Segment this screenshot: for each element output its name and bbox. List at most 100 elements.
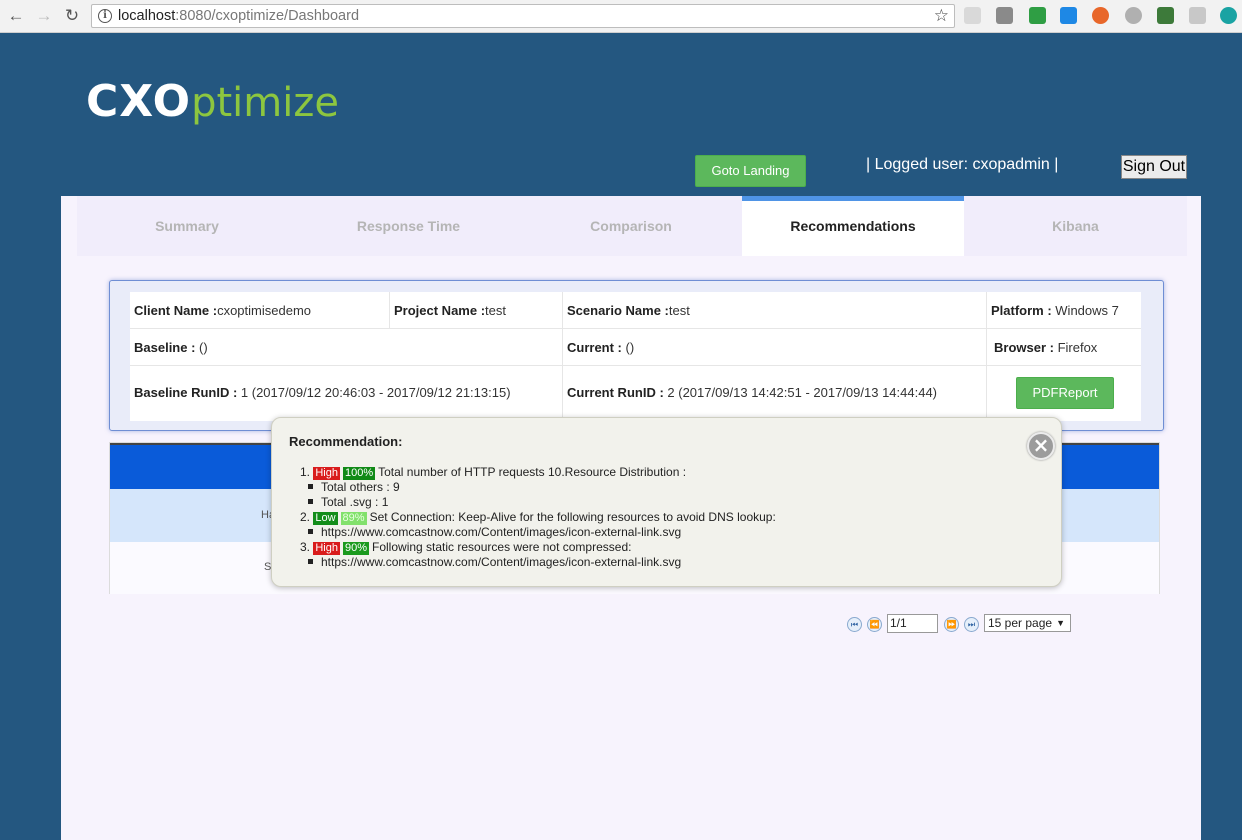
- current-run-cell: Current RunID : 2 (2017/09/13 14:42:51 -…: [567, 385, 937, 400]
- tab-response-time[interactable]: Response Time: [297, 196, 520, 256]
- scenario-name-value: test: [668, 303, 690, 318]
- recommendation-subitem: https://www.comcastnow.com/Content/image…: [308, 555, 681, 570]
- item-number: 1.: [300, 465, 311, 479]
- extension-icon[interactable]: [996, 7, 1013, 24]
- subitem-text: Total .svg : 1: [321, 495, 389, 509]
- recommendation-subitem: Total others : 9: [308, 480, 400, 495]
- item-number: 2.: [300, 510, 311, 524]
- scenario-name-cell: Scenario Name :test: [567, 303, 690, 318]
- percent-badge: 89%: [340, 512, 367, 525]
- browser-value: Firefox: [1053, 340, 1098, 355]
- current-value: (): [621, 340, 635, 355]
- project-name-label: Project Name :: [394, 303, 486, 318]
- extension-icon[interactable]: [1157, 7, 1174, 24]
- info-icon[interactable]: i: [98, 9, 112, 23]
- back-arrow-icon[interactable]: ←: [6, 6, 26, 26]
- scenario-name-label: Scenario Name :: [567, 303, 669, 318]
- current-cell: Current : (): [567, 340, 634, 355]
- recommendation-text: Set Connection: Keep-Alive for the follo…: [369, 510, 776, 524]
- platform-cell: Platform : Windows 7: [991, 303, 1119, 318]
- bullet-icon: [308, 499, 313, 505]
- tab-comparison[interactable]: Comparison: [520, 196, 742, 256]
- forward-arrow-icon[interactable]: →: [34, 6, 54, 26]
- current-run-label: Current RunID :: [567, 385, 664, 400]
- last-page-icon[interactable]: ⏭: [964, 617, 979, 632]
- run-info-box: Client Name :cxoptimisedemo Project Name…: [109, 280, 1164, 431]
- subitem-text: Total others : 9: [321, 480, 400, 494]
- current-run-value: 2 (2017/09/13 14:42:51 - 2017/09/13 14:4…: [663, 385, 938, 400]
- per-page-select[interactable]: 15 per page ▼: [984, 614, 1071, 632]
- address-bar[interactable]: i localhost:8080/cxoptimize/Dashboard ☆: [91, 4, 955, 28]
- recommendation-subitem: https://www.comcastnow.com/Content/image…: [308, 525, 681, 540]
- recommendation-popup: Recommendation: × 1. High 100% Total numbe…: [271, 417, 1062, 587]
- client-name-cell: Client Name :cxoptimisedemo: [134, 303, 311, 318]
- percent-badge: 100%: [342, 467, 376, 480]
- browser-label: Browser :: [994, 340, 1054, 355]
- pdf-report-button[interactable]: PDFReport: [1016, 377, 1114, 409]
- item-number: 3.: [300, 540, 311, 554]
- url-path: :8080/cxoptimize/Dashboard: [175, 8, 360, 24]
- dropdown-arrow-icon: ▼: [1056, 618, 1065, 628]
- recommendation-text: Following static resources were not comp…: [372, 540, 632, 554]
- divider: [130, 365, 1141, 366]
- baseline-value: (): [195, 340, 208, 355]
- platform-label: Platform :: [991, 303, 1052, 318]
- baseline-run-label: Baseline RunID :: [134, 385, 238, 400]
- baseline-run-value: 1 (2017/09/12 20:46:03 - 2017/09/12 21:1…: [237, 385, 511, 400]
- extension-icon[interactable]: [1092, 7, 1109, 24]
- priority-badge: High: [313, 467, 340, 480]
- client-name-value: cxoptimisedemo: [217, 303, 312, 318]
- divider: [986, 292, 987, 421]
- baseline-run-cell: Baseline RunID : 1 (2017/09/12 20:46:03 …: [134, 385, 511, 400]
- extension-icon[interactable]: [1060, 7, 1077, 24]
- tab-bar: Summary Response Time Comparison Recomme…: [77, 196, 1187, 256]
- bookmark-star-icon[interactable]: ☆: [934, 6, 949, 26]
- project-name-cell: Project Name :test: [394, 303, 506, 318]
- reload-icon[interactable]: ↻: [62, 6, 82, 26]
- logo-text-ptimize: ptimize: [191, 80, 339, 126]
- recommendation-item: 1. High 100% Total number of HTTP requests…: [300, 465, 686, 480]
- priority-badge: Low: [313, 512, 338, 525]
- bullet-icon: [308, 529, 313, 535]
- close-icon[interactable]: ×: [1027, 432, 1055, 460]
- recommendation-text: Total number of HTTP requests 10.Resourc…: [378, 465, 687, 479]
- baseline-cell: Baseline : (): [134, 340, 208, 355]
- popup-title: Recommendation:: [289, 434, 403, 449]
- browser-cell: Browser : Firefox: [994, 340, 1097, 355]
- tab-kibana[interactable]: Kibana: [964, 196, 1187, 256]
- extension-icon[interactable]: [1189, 7, 1206, 24]
- app-logo: CXOptimize: [86, 76, 339, 127]
- url-host: localhost: [118, 8, 176, 24]
- project-name-value: test: [485, 303, 507, 318]
- recommendation-subitem: Total .svg : 1: [308, 495, 388, 510]
- page-number-input[interactable]: 1/1: [887, 614, 938, 633]
- per-page-value: 15 per page: [988, 616, 1053, 630]
- logged-user-label: | Logged user: cxopadmin |: [866, 156, 1059, 173]
- first-page-icon[interactable]: ⏮: [847, 617, 862, 632]
- sign-out-button[interactable]: Sign Out: [1121, 155, 1187, 179]
- next-page-icon[interactable]: ⏩: [944, 617, 959, 632]
- tab-recommendations[interactable]: Recommendations: [742, 196, 964, 256]
- divider: [562, 292, 563, 421]
- goto-landing-button[interactable]: Goto Landing: [695, 155, 806, 187]
- tab-summary[interactable]: Summary: [77, 196, 297, 256]
- priority-badge: High: [313, 542, 340, 555]
- extension-icon[interactable]: [1125, 7, 1142, 24]
- percent-badge: 90%: [342, 542, 370, 555]
- run-info-grid: Client Name :cxoptimisedemo Project Name…: [130, 292, 1141, 421]
- baseline-label: Baseline :: [134, 340, 196, 355]
- recommendation-item: 2. Low 89% Set Connection: Keep-Alive for …: [300, 510, 776, 525]
- previous-page-icon[interactable]: ⏪: [867, 617, 882, 632]
- divider: [389, 292, 390, 328]
- bullet-icon: [308, 559, 313, 565]
- url-text: localhost:8080/cxoptimize/Dashboard: [118, 8, 359, 24]
- extension-icon[interactable]: [1029, 7, 1046, 24]
- subitem-text: https://www.comcastnow.com/Content/image…: [321, 555, 682, 569]
- extension-icon[interactable]: [964, 7, 981, 24]
- extension-icon[interactable]: [1220, 7, 1237, 24]
- current-label: Current :: [567, 340, 622, 355]
- platform-value: Windows 7: [1051, 303, 1119, 318]
- bullet-icon: [308, 484, 313, 490]
- logo-text-cxo: CXO: [86, 76, 192, 127]
- client-name-label: Client Name :: [134, 303, 218, 318]
